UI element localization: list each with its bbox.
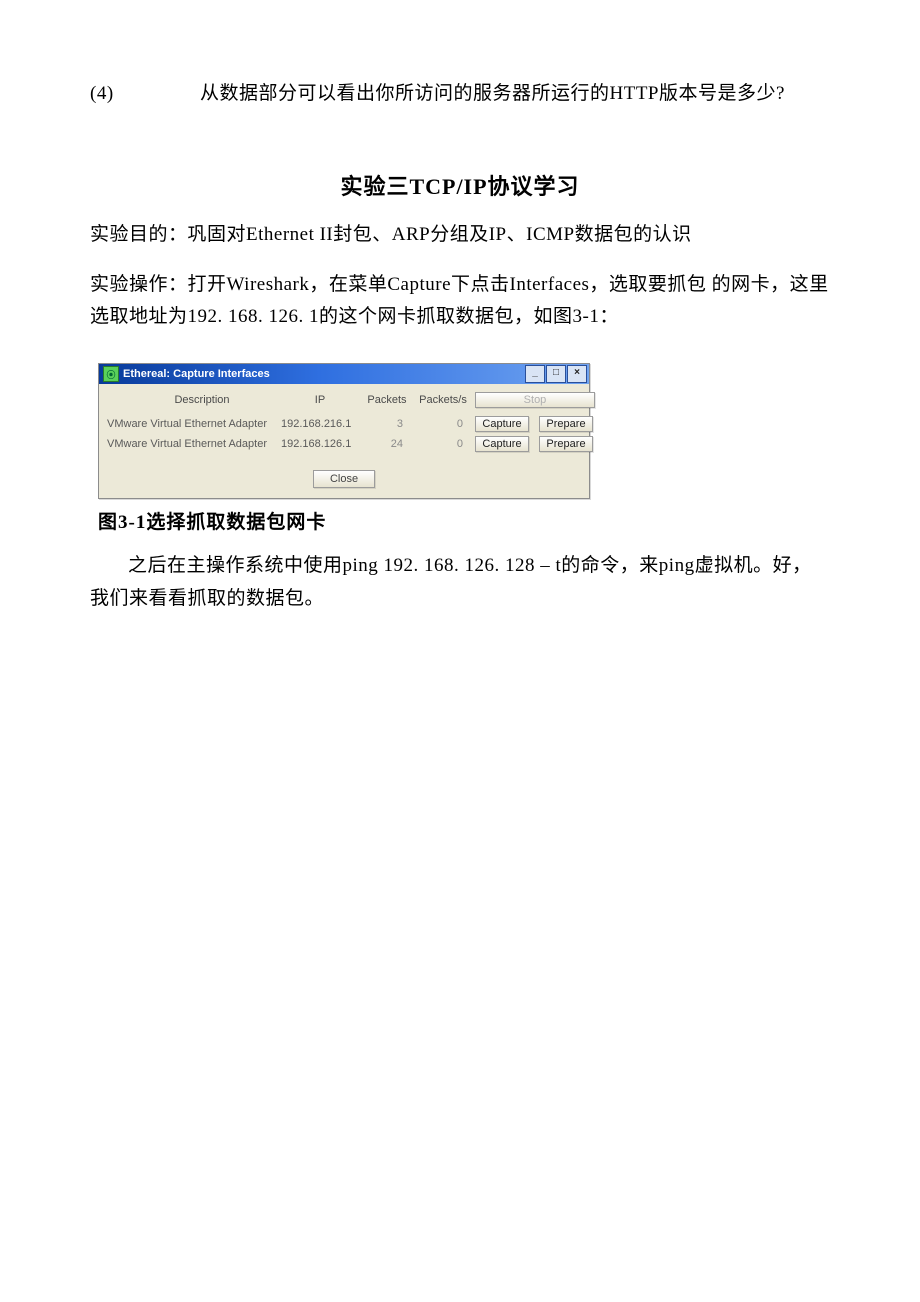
col-pps: Packets/s (415, 394, 471, 406)
cell-ip: 192.168.216.1 (281, 418, 359, 430)
figure-3-1: ⦿ Ethereal: Capture Interfaces _ □ × Des… (90, 363, 830, 499)
titlebar: ⦿ Ethereal: Capture Interfaces _ □ × (99, 364, 589, 384)
col-packets: Packets (363, 394, 411, 406)
close-row: Close (105, 470, 583, 488)
table-header: Description IP Packets Packets/s Stop (105, 388, 583, 414)
window-title: Ethereal: Capture Interfaces (123, 368, 525, 380)
stop-button[interactable]: Stop (475, 392, 595, 408)
col-ip: IP (281, 394, 359, 406)
capture-button[interactable]: Capture (475, 416, 529, 432)
document-page: (4)从数据部分可以看出你所访问的服务器所运行的HTTP版本号是多少? 实验三T… (0, 0, 920, 683)
question-4: (4)从数据部分可以看出你所访问的服务器所运行的HTTP版本号是多少? (90, 80, 830, 109)
window-buttons: _ □ × (525, 365, 587, 383)
col-description: Description (107, 394, 277, 406)
experiment-operation: 实验操作：打开Wireshark，在菜单Capture下点击Interfaces… (90, 269, 830, 334)
maximize-button[interactable]: □ (546, 365, 566, 383)
cell-packets: 24 (363, 438, 411, 450)
cell-pps: 0 (415, 438, 471, 450)
app-icon: ⦿ (103, 366, 119, 382)
question-text: 从数据部分可以看出你所访问的服务器所运行的HTTP版本号是多少? (200, 83, 785, 104)
capture-button[interactable]: Capture (475, 436, 529, 452)
cell-description: VMware Virtual Ethernet Adapter (107, 438, 277, 450)
cell-packets: 3 (363, 418, 411, 430)
experiment-purpose: 实验目的：巩固对Ethernet II封包、ARP分组及IP、ICMP数据包的认… (90, 219, 830, 251)
cell-pps: 0 (415, 418, 471, 430)
close-button[interactable]: × (567, 365, 587, 383)
table-row: VMware Virtual Ethernet Adapter 192.168.… (105, 414, 583, 434)
prepare-button[interactable]: Prepare (539, 416, 593, 432)
prepare-button[interactable]: Prepare (539, 436, 593, 452)
ethereal-window: ⦿ Ethereal: Capture Interfaces _ □ × Des… (98, 363, 590, 499)
window-client: Description IP Packets Packets/s Stop VM… (99, 384, 589, 498)
cell-ip: 192.168.126.1 (281, 438, 359, 450)
question-number: (4) (90, 80, 200, 109)
table-row: VMware Virtual Ethernet Adapter 192.168.… (105, 434, 583, 454)
experiment-heading: 实验三TCP/IP协议学习 (90, 169, 830, 201)
paragraph-ping-text: 之后在主操作系统中使用ping 192. 168. 126. 128 – t的命… (90, 555, 812, 608)
figure-caption: 图3-1选择抓取数据包网卡 (98, 507, 830, 534)
stop-wrap: Stop (475, 392, 599, 408)
cell-description: VMware Virtual Ethernet Adapter (107, 418, 277, 430)
dialog-close-button[interactable]: Close (313, 470, 375, 488)
paragraph-ping: 之后在主操作系统中使用ping 192. 168. 126. 128 – t的命… (90, 550, 830, 615)
minimize-button[interactable]: _ (525, 365, 545, 383)
